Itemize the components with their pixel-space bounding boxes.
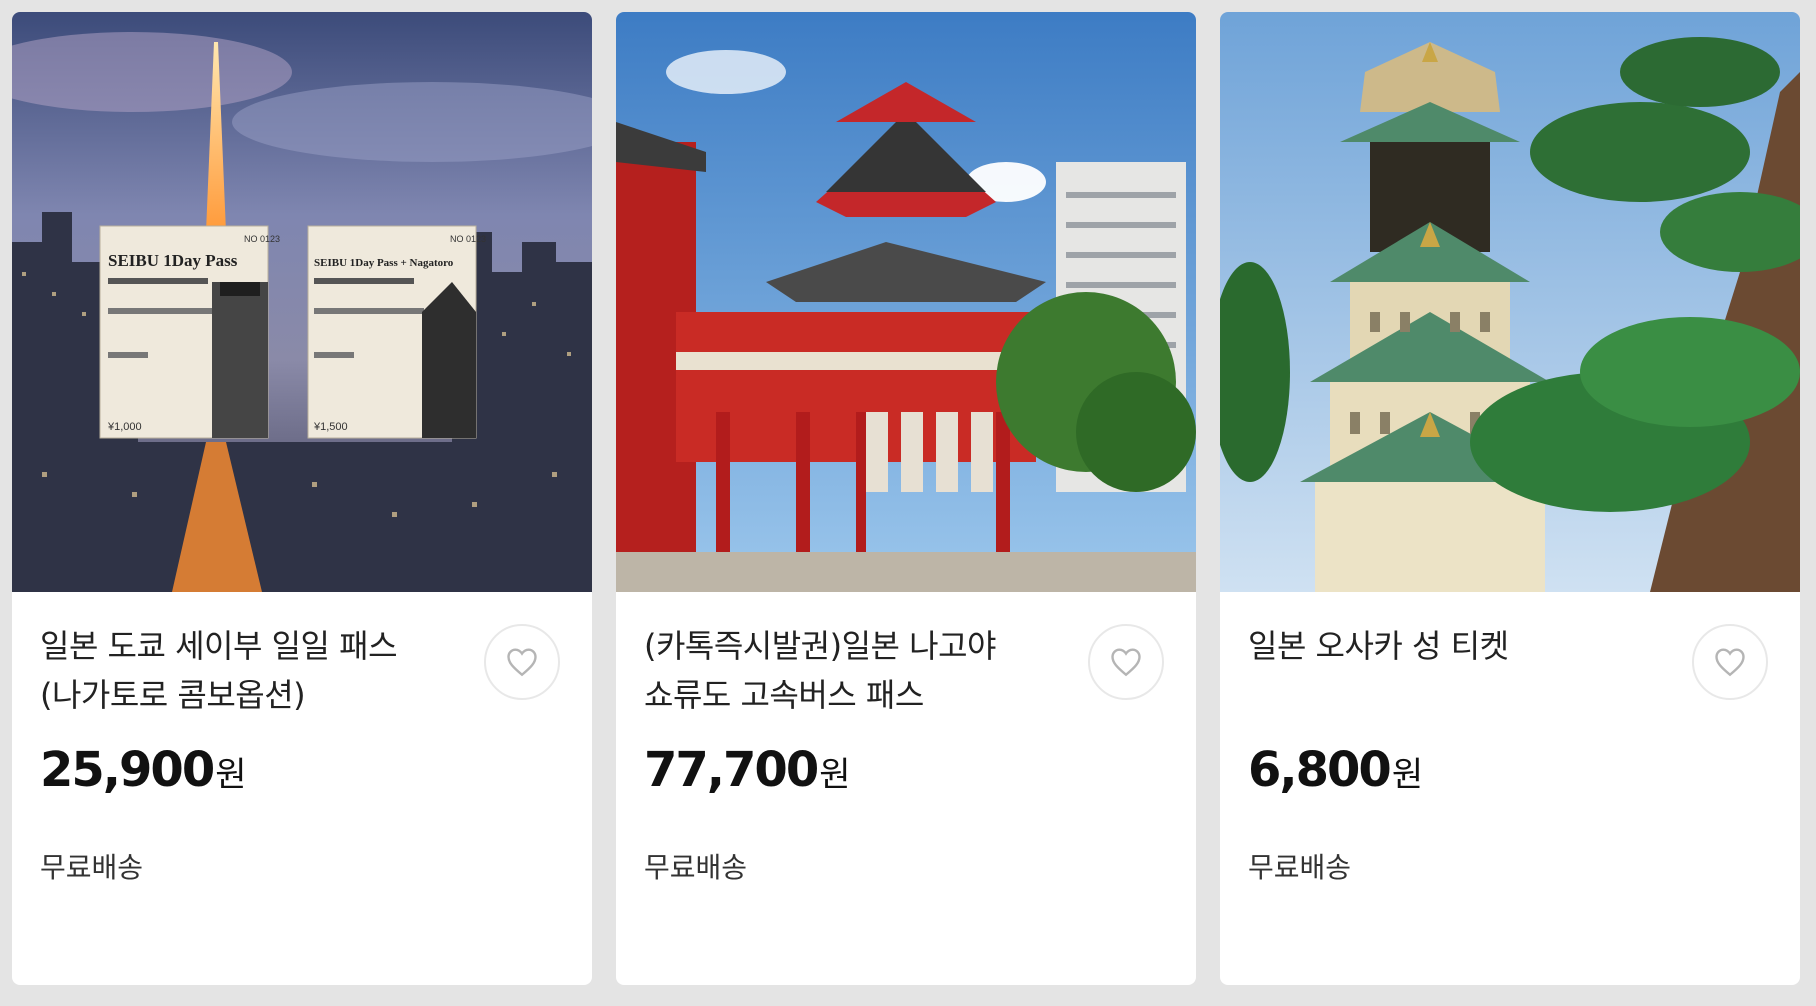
- shipping-label: 무료배송: [644, 851, 748, 884]
- price-row: 77,700 원: [644, 742, 1168, 798]
- product-card-seibu-pass[interactable]: NO 0123 SEIBU 1Day Pass ¥1,000 NO 0123 S…: [12, 12, 592, 985]
- svg-text:NO 0123: NO 0123: [450, 234, 486, 244]
- osaka-castle-image: [1220, 12, 1800, 592]
- product-info: 일본 도쿄 세이부 일일 패스 (나가토로 콤보옵션) 25,900 원 무료배…: [12, 592, 592, 886]
- tokyo-night-skyline-image: NO 0123 SEIBU 1Day Pass ¥1,000 NO 0123 S…: [12, 12, 592, 592]
- price-row: 25,900 원: [40, 742, 564, 798]
- svg-text:SEIBU 1Day Pass + Nagatoro: SEIBU 1Day Pass + Nagatoro: [314, 257, 454, 269]
- price-row: 6,800 원: [1248, 742, 1772, 798]
- product-grid: NO 0123 SEIBU 1Day Pass ¥1,000 NO 0123 S…: [12, 12, 1800, 985]
- wishlist-button[interactable]: [1088, 624, 1164, 700]
- shipping-label: 무료배송: [1248, 851, 1352, 884]
- ticket-card-1day: NO 0123 SEIBU 1Day Pass ¥1,000: [99, 225, 280, 439]
- price-currency: 원: [215, 755, 247, 795]
- svg-text:NO 0123: NO 0123: [244, 234, 280, 244]
- price-currency: 원: [819, 755, 851, 795]
- product-info: 일본 오사카 성 티켓 6,800 원 무료배송: [1220, 592, 1800, 886]
- product-image-osaka-castle[interactable]: [1220, 12, 1800, 592]
- wishlist-button[interactable]: [1692, 624, 1768, 700]
- shipping-label: 무료배송: [40, 851, 144, 884]
- product-price: 25,900: [40, 742, 215, 798]
- heart-outline-icon: [1111, 648, 1141, 677]
- product-title[interactable]: 일본 도쿄 세이부 일일 패스 (나가토로 콤보옵션): [40, 622, 460, 720]
- product-card-osaka-castle[interactable]: 일본 오사카 성 티켓 6,800 원 무료배송: [1220, 12, 1800, 985]
- svg-text:SEIBU 1Day Pass: SEIBU 1Day Pass: [108, 251, 238, 270]
- product-title[interactable]: 일본 오사카 성 티켓: [1248, 622, 1668, 720]
- wishlist-button[interactable]: [484, 624, 560, 700]
- product-card-nagoya-bus-pass[interactable]: (카톡즉시발권)일본 나고야 쇼류도 고속버스 패스 77,700 원 무료배송: [616, 12, 1196, 985]
- heart-outline-icon: [507, 648, 537, 677]
- heart-outline-icon: [1715, 648, 1745, 677]
- product-price: 6,800: [1248, 742, 1392, 798]
- osu-kannon-temple-image: [616, 12, 1196, 592]
- product-price: 77,700: [644, 742, 819, 798]
- svg-text:¥1,000: ¥1,000: [107, 421, 142, 433]
- price-currency: 원: [1391, 755, 1424, 795]
- svg-text:¥1,500: ¥1,500: [313, 421, 348, 433]
- ticket-card-1day-nagatoro: NO 0123 SEIBU 1Day Pass + Nagatoro ¥1,50…: [307, 225, 486, 439]
- product-info: (카톡즉시발권)일본 나고야 쇼류도 고속버스 패스 77,700 원 무료배송: [616, 592, 1196, 886]
- product-title[interactable]: (카톡즉시발권)일본 나고야 쇼류도 고속버스 패스: [644, 622, 1064, 720]
- product-image-nagoya-bus-pass[interactable]: [616, 12, 1196, 592]
- product-image-seibu-pass[interactable]: NO 0123 SEIBU 1Day Pass ¥1,000 NO 0123 S…: [12, 12, 592, 592]
